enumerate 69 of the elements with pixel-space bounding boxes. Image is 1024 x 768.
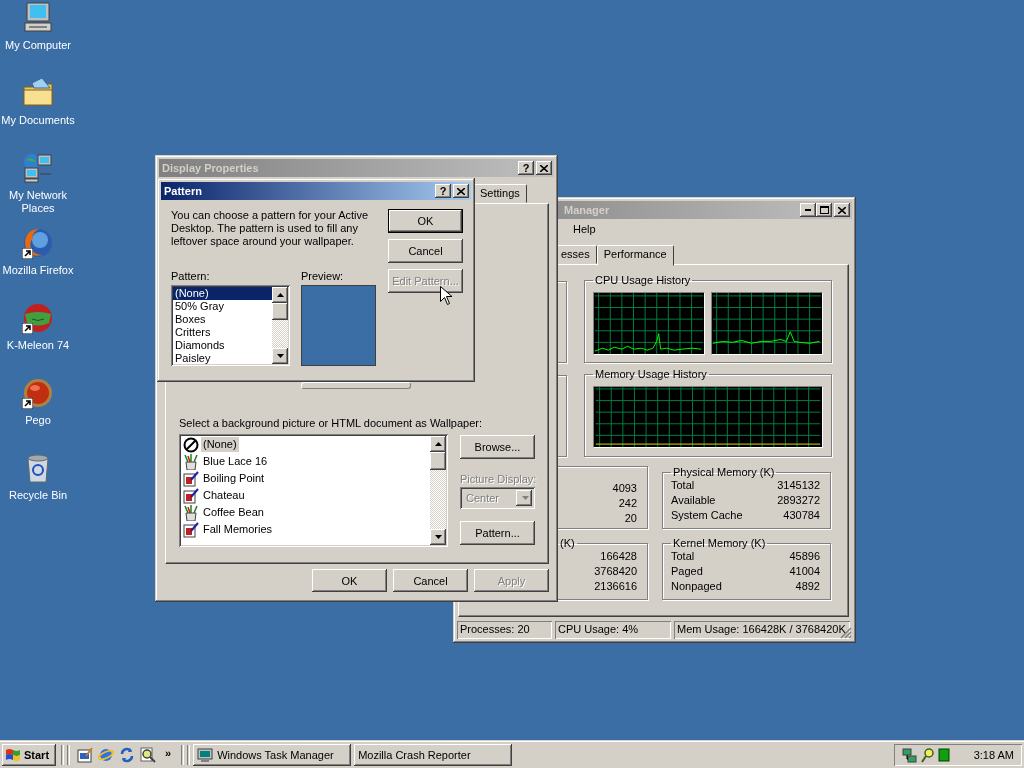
description-text: You can choose a pattern for your Active Desktop. The pattern is used to fill any leftover space around your wallpaper. [171,209,370,248]
taskbar-button[interactable]: Mozilla Crash Reporter [354,744,513,766]
list-item[interactable]: Chateau [201,488,247,503]
list-item[interactable]: (None) [173,287,272,300]
dialog-button[interactable]: Cancel [388,239,463,263]
stat-value: 45896 [789,549,820,564]
field-label: Pattern: [171,270,211,282]
field-label: Select a background picture or HTML document as Wallpaper: [179,417,484,430]
list-item[interactable]: (None) [201,437,239,452]
menu-item[interactable]: Help [573,222,596,235]
stat-value: 166428 [600,549,637,564]
group-title: CPU Usage History [594,274,692,286]
dialog-button[interactable]: OK [388,209,463,233]
list-item[interactable]: Paisley [173,352,272,364]
stat-value: 430784 [783,508,820,523]
list-item[interactable]: Critters [173,326,272,339]
desktop-icon-label[interactable]: Pego [25,414,51,427]
stat-label: Nonpaged [671,579,722,594]
desktop-icon-label[interactable]: My Documents [1,114,75,127]
list-item[interactable]: Coffee Bean [201,505,266,520]
desktop-icon-label[interactable]: My Computer [5,39,71,52]
stat-value: 4093 [612,481,637,496]
status-text: Mem Usage: 166428K / 3768420K [674,621,850,639]
group-title: Kernel Memory (K) [672,537,767,549]
status-text: CPU Usage: 4% [555,621,671,639]
clock: 3:18 AM [973,749,1014,761]
window-title: Pattern [164,185,202,197]
desktop-icon-label[interactable]: Recycle Bin [8,489,68,502]
window-title: Display Properties [162,162,259,174]
pattern-button[interactable]: Pattern... [460,521,535,545]
stat-value: 242 [618,496,637,511]
stat-value: 2136616 [594,579,637,594]
more-button[interactable]: » [165,747,172,759]
group-title: Memory Usage History [594,368,708,380]
group-title: Physical Memory (K) [672,466,776,478]
stat-value: 3145132 [777,478,820,493]
list-item[interactable]: Boxes [173,313,272,326]
desktop-icon-label[interactable]: My Network Places [0,189,76,215]
stat-value: 41004 [789,564,820,579]
wallpaper-list[interactable]: (None) Blue Lace 16 Boiling Point Chateau Coffee Bean Fall Memories [179,434,448,547]
stat-label: Total [671,478,695,493]
stat-value: 2893272 [777,493,820,508]
list-item[interactable]: Blue Lace 16 [201,454,270,469]
browse-button[interactable]: Browse... [460,435,535,459]
list-item[interactable]: 50% Gray [173,300,272,313]
list-item[interactable]: Boiling Point [201,471,267,486]
stat-value: 3768420 [594,564,637,579]
group-title: (K) [559,537,576,549]
help-button[interactable]: ? [435,184,451,198]
pattern-list[interactable]: (None) 50% Gray Boxes Critters Diamonds Paisley [171,285,290,366]
desktop-icon-label[interactable]: Mozilla Firefox [2,264,74,277]
stat-value: 20 [624,511,637,526]
stat-label: Paged [671,564,703,579]
list-item[interactable]: Diamonds [173,339,272,352]
stat-label: Total [671,549,695,564]
dialog-button[interactable]: OK [312,569,387,592]
field-label: Picture Display: [460,473,535,485]
window-title: Manager [563,204,610,216]
field-label: Preview: [301,270,345,282]
desktop-icon-label[interactable]: K-Meleon 74 [6,339,70,352]
dialog-button[interactable]: Cancel [393,569,468,592]
list-item[interactable]: Fall Memories [201,522,275,537]
start-button[interactable]: Start [2,744,56,766]
stat-label: Available [671,493,716,508]
stat-value: 4892 [795,579,820,594]
tab[interactable]: Performance [596,245,674,266]
stat-label: System Cache [671,508,743,523]
status-text: Processes: 20 [457,621,552,639]
taskbar-button[interactable]: Windows Task Manager [193,744,352,766]
